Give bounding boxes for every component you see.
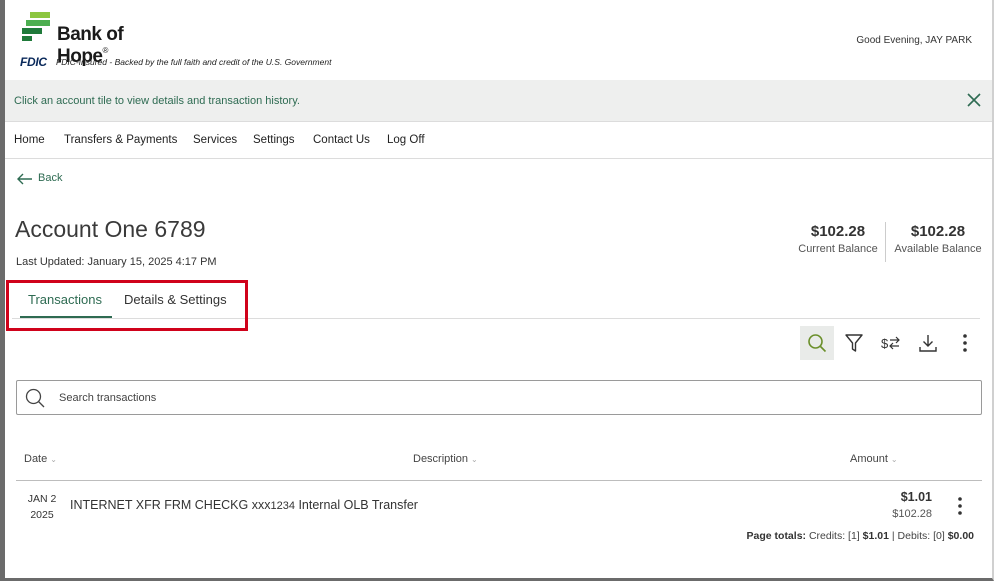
running-balance: $102.28 xyxy=(892,508,932,520)
tabs-highlight-box xyxy=(6,280,248,331)
more-vertical-icon xyxy=(958,497,962,515)
transfer-dollar-icon: $ xyxy=(881,336,900,351)
filter-icon xyxy=(845,334,863,352)
nav-log-off[interactable]: Log Off xyxy=(387,134,425,146)
transaction-type: Internal OLB Transfer xyxy=(298,498,418,512)
description-header-label: Description xyxy=(413,453,469,465)
close-icon[interactable] xyxy=(965,91,983,109)
available-balance: $102.28 Available Balance xyxy=(892,223,984,255)
sort-caret-icon: ⌄ xyxy=(50,455,57,464)
transaction-date: JAN 2 2025 xyxy=(22,491,62,523)
debits-amount: $0.00 xyxy=(947,530,974,542)
column-header-description[interactable]: Description ⌄ xyxy=(413,453,478,465)
transaction-description-text: INTERNET XFR FRM CHECKG xxx xyxy=(70,498,271,512)
page-totals: Page totals: Credits: [1] $1.01 | Debits… xyxy=(747,530,974,542)
transaction-amounts: $1.01 $102.28 xyxy=(892,490,932,520)
more-options-button[interactable] xyxy=(948,326,982,360)
nav-home[interactable]: Home xyxy=(14,134,45,146)
search-toggle-button[interactable] xyxy=(800,326,834,360)
transaction-account-number: 1234 xyxy=(270,500,295,512)
back-label: Back xyxy=(38,172,63,184)
account-title: Account One 6789 xyxy=(15,216,206,242)
current-balance-label: Current Balance xyxy=(798,243,878,255)
user-greeting: Good Evening, JAY PARK xyxy=(856,35,972,46)
row-menu-button[interactable] xyxy=(951,495,969,517)
search-icon xyxy=(25,388,45,408)
last-updated: Last Updated: January 15, 2025 4:17 PM xyxy=(16,256,217,268)
download-button[interactable] xyxy=(911,326,945,360)
nav-settings[interactable]: Settings xyxy=(253,134,295,146)
filter-button[interactable] xyxy=(837,326,871,360)
date-header-label: Date xyxy=(24,453,48,465)
credits-amount: $1.01 xyxy=(862,530,889,542)
column-header-amount[interactable]: Amount ⌄ xyxy=(850,453,898,465)
more-vertical-icon xyxy=(963,334,967,352)
available-balance-label: Available Balance xyxy=(894,243,982,255)
transaction-description[interactable]: INTERNET XFR FRM CHECKG xxx1234 Internal… xyxy=(70,498,418,512)
transaction-date-day: JAN 2 xyxy=(27,493,57,505)
current-balance-amount: $102.28 xyxy=(810,223,866,240)
table-header-divider xyxy=(16,480,982,481)
main-nav: Home Transfers & Payments Services Setti… xyxy=(5,123,992,159)
balance-divider xyxy=(885,222,886,262)
search-icon xyxy=(808,334,827,353)
fdic-badge: FDIC xyxy=(20,55,47,69)
nav-services[interactable]: Services xyxy=(193,134,237,146)
download-icon xyxy=(919,335,937,352)
page-totals-label: Page totals: xyxy=(746,530,807,542)
banner-message: Click an account tile to view details an… xyxy=(14,95,300,107)
svg-text:$: $ xyxy=(881,336,889,351)
nav-transfers-payments[interactable]: Transfers & Payments xyxy=(64,134,177,146)
arrow-left-icon xyxy=(17,173,32,185)
transaction-amount: $1.01 xyxy=(900,490,932,504)
current-balance: $102.28 Current Balance xyxy=(796,223,880,255)
credits-count: Credits: [1] xyxy=(808,530,860,542)
totals-separator: | xyxy=(891,530,895,542)
sort-caret-icon: ⌄ xyxy=(890,455,898,464)
nav-contact-us[interactable]: Contact Us xyxy=(313,134,370,146)
transaction-date-year: 2025 xyxy=(30,509,54,521)
search-box xyxy=(16,380,982,415)
transfer-button[interactable]: $ xyxy=(874,326,908,360)
debits-count: Debits: [0] xyxy=(897,530,945,542)
available-balance-amount: $102.28 xyxy=(910,223,966,240)
amount-header-label: Amount xyxy=(850,453,888,465)
column-header-date[interactable]: Date ⌄ xyxy=(24,453,57,465)
bank-logo[interactable]: Bank of Hope® xyxy=(22,12,172,67)
fdic-disclaimer: FDIC-Insured - Backed by the full faith … xyxy=(56,57,332,67)
sort-caret-icon: ⌄ xyxy=(471,455,478,464)
bank-logo-icon xyxy=(22,12,50,41)
search-input[interactable] xyxy=(59,389,939,407)
info-banner: Click an account tile to view details an… xyxy=(5,80,992,122)
